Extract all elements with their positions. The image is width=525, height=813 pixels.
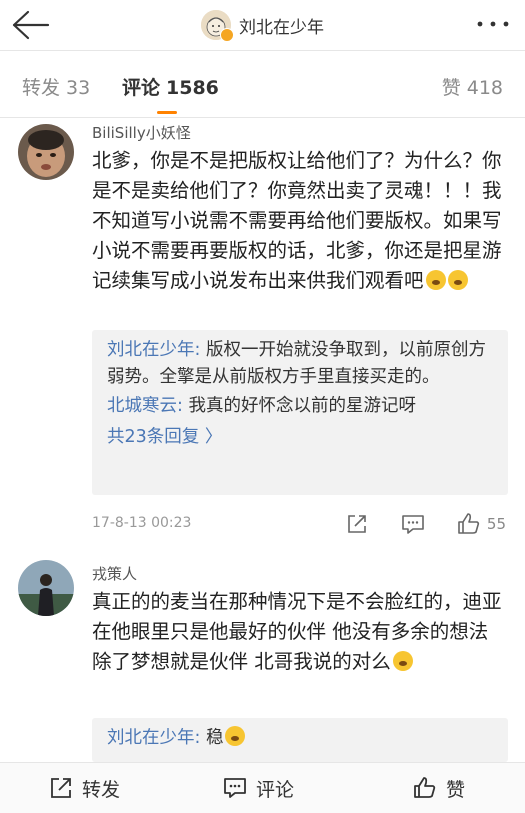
- reply-box[interactable]: 刘北在少年: 版权一开始就没争取到，以前原创方弱势。全擎是从前版权方手里直接买走…: [92, 330, 508, 495]
- reply-comment-button[interactable]: [400, 511, 426, 537]
- comment-icon: [224, 778, 246, 798]
- active-tab-indicator: [157, 111, 177, 114]
- user-avatar-icon: [18, 124, 74, 180]
- tab-label: 赞: [441, 77, 461, 99]
- comment-meta: 17-8-13 00:23 55: [92, 511, 512, 539]
- commenter-avatar[interactable]: [18, 124, 74, 180]
- reply-item: 刘北在少年: 版权一开始就没争取到，以前原创方弱势。全擎是从前版权方手里直接买走…: [107, 337, 492, 391]
- header-avatar[interactable]: [201, 10, 234, 42]
- reply-box[interactable]: 刘北在少年: 稳: [92, 718, 508, 762]
- comment-text: 真正的的麦当在那种情况下是不会脸红的，迪亚在他眼里只是他最好的伙伴 他没有多余的…: [92, 587, 510, 677]
- tab-label: 评论: [122, 77, 161, 99]
- like-count: 55: [486, 515, 506, 533]
- grin-emoji-icon: [392, 651, 413, 671]
- tab-label: 转发: [22, 77, 61, 99]
- scared-emoji-icon: [425, 270, 446, 290]
- reply-author[interactable]: 北城寒云: [107, 396, 177, 416]
- like-button[interactable]: 赞: [412, 763, 465, 813]
- comment-timestamp: 17-8-13 00:23: [92, 515, 192, 531]
- comment-text: 北爹，你是不是把版权让给他们了？为什么？你是不是卖给他们了？你竟然出卖了灵魂！！…: [92, 146, 510, 296]
- view-more-replies-link[interactable]: 共23条回复 〉: [107, 422, 493, 452]
- commenter-name[interactable]: 戎策人: [92, 563, 137, 584]
- repost-comment-button[interactable]: [344, 511, 370, 537]
- reply-text: 稳: [200, 728, 224, 748]
- more-button[interactable]: [475, 14, 511, 34]
- like-comment-button[interactable]: [456, 511, 482, 537]
- thumbs-up-icon: [458, 513, 480, 534]
- thumbs-up-icon: [414, 777, 436, 798]
- bottom-action-bar: 转发 评论 赞: [0, 762, 525, 813]
- verified-badge-icon: [220, 28, 234, 42]
- comment-button[interactable]: 评论: [222, 763, 294, 813]
- repost-label: 转发: [82, 778, 121, 801]
- share-icon: [348, 515, 366, 533]
- repost-button[interactable]: 转发: [48, 763, 120, 813]
- tab-count: 418: [466, 77, 503, 99]
- reply-author[interactable]: 刘北在少年: [107, 340, 195, 360]
- tab-count: 1586: [166, 77, 219, 99]
- top-bar: 刘北在少年: [0, 0, 525, 51]
- tab-likes[interactable]: 赞 418: [442, 73, 503, 100]
- comment-body: 真正的的麦当在那种情况下是不会脸红的，迪亚在他眼里只是他最好的伙伴 他没有多余的…: [92, 590, 502, 673]
- share-icon: [51, 778, 71, 798]
- user-avatar-icon: [18, 560, 74, 616]
- reply-text: 我真的好怀念以前的星游记呀: [182, 396, 416, 416]
- reply-item: 北城寒云: 我真的好怀念以前的星游记呀: [107, 393, 492, 420]
- grin-emoji-icon: [225, 726, 246, 746]
- comment-icon: [402, 515, 424, 534]
- tab-comments[interactable]: 评论 1586: [122, 73, 219, 100]
- scared-emoji-icon: [447, 270, 468, 290]
- tab-bar: 转发 33 评论 1586 赞 418: [0, 51, 525, 118]
- tab-reposts[interactable]: 转发 33: [22, 73, 90, 100]
- tab-count: 33: [66, 77, 91, 99]
- commenter-avatar[interactable]: [18, 560, 74, 616]
- page-title: 刘北在少年: [239, 17, 324, 38]
- reply-author[interactable]: 刘北在少年: [107, 728, 195, 748]
- reply-item: 刘北在少年: 稳: [107, 725, 492, 752]
- comment-label: 评论: [256, 778, 295, 801]
- more-dots-icon: [477, 21, 509, 27]
- like-label: 赞: [446, 778, 466, 801]
- title-wrap: 刘北在少年: [0, 0, 525, 50]
- commenter-name[interactable]: BiliSilly小妖怪: [92, 122, 191, 143]
